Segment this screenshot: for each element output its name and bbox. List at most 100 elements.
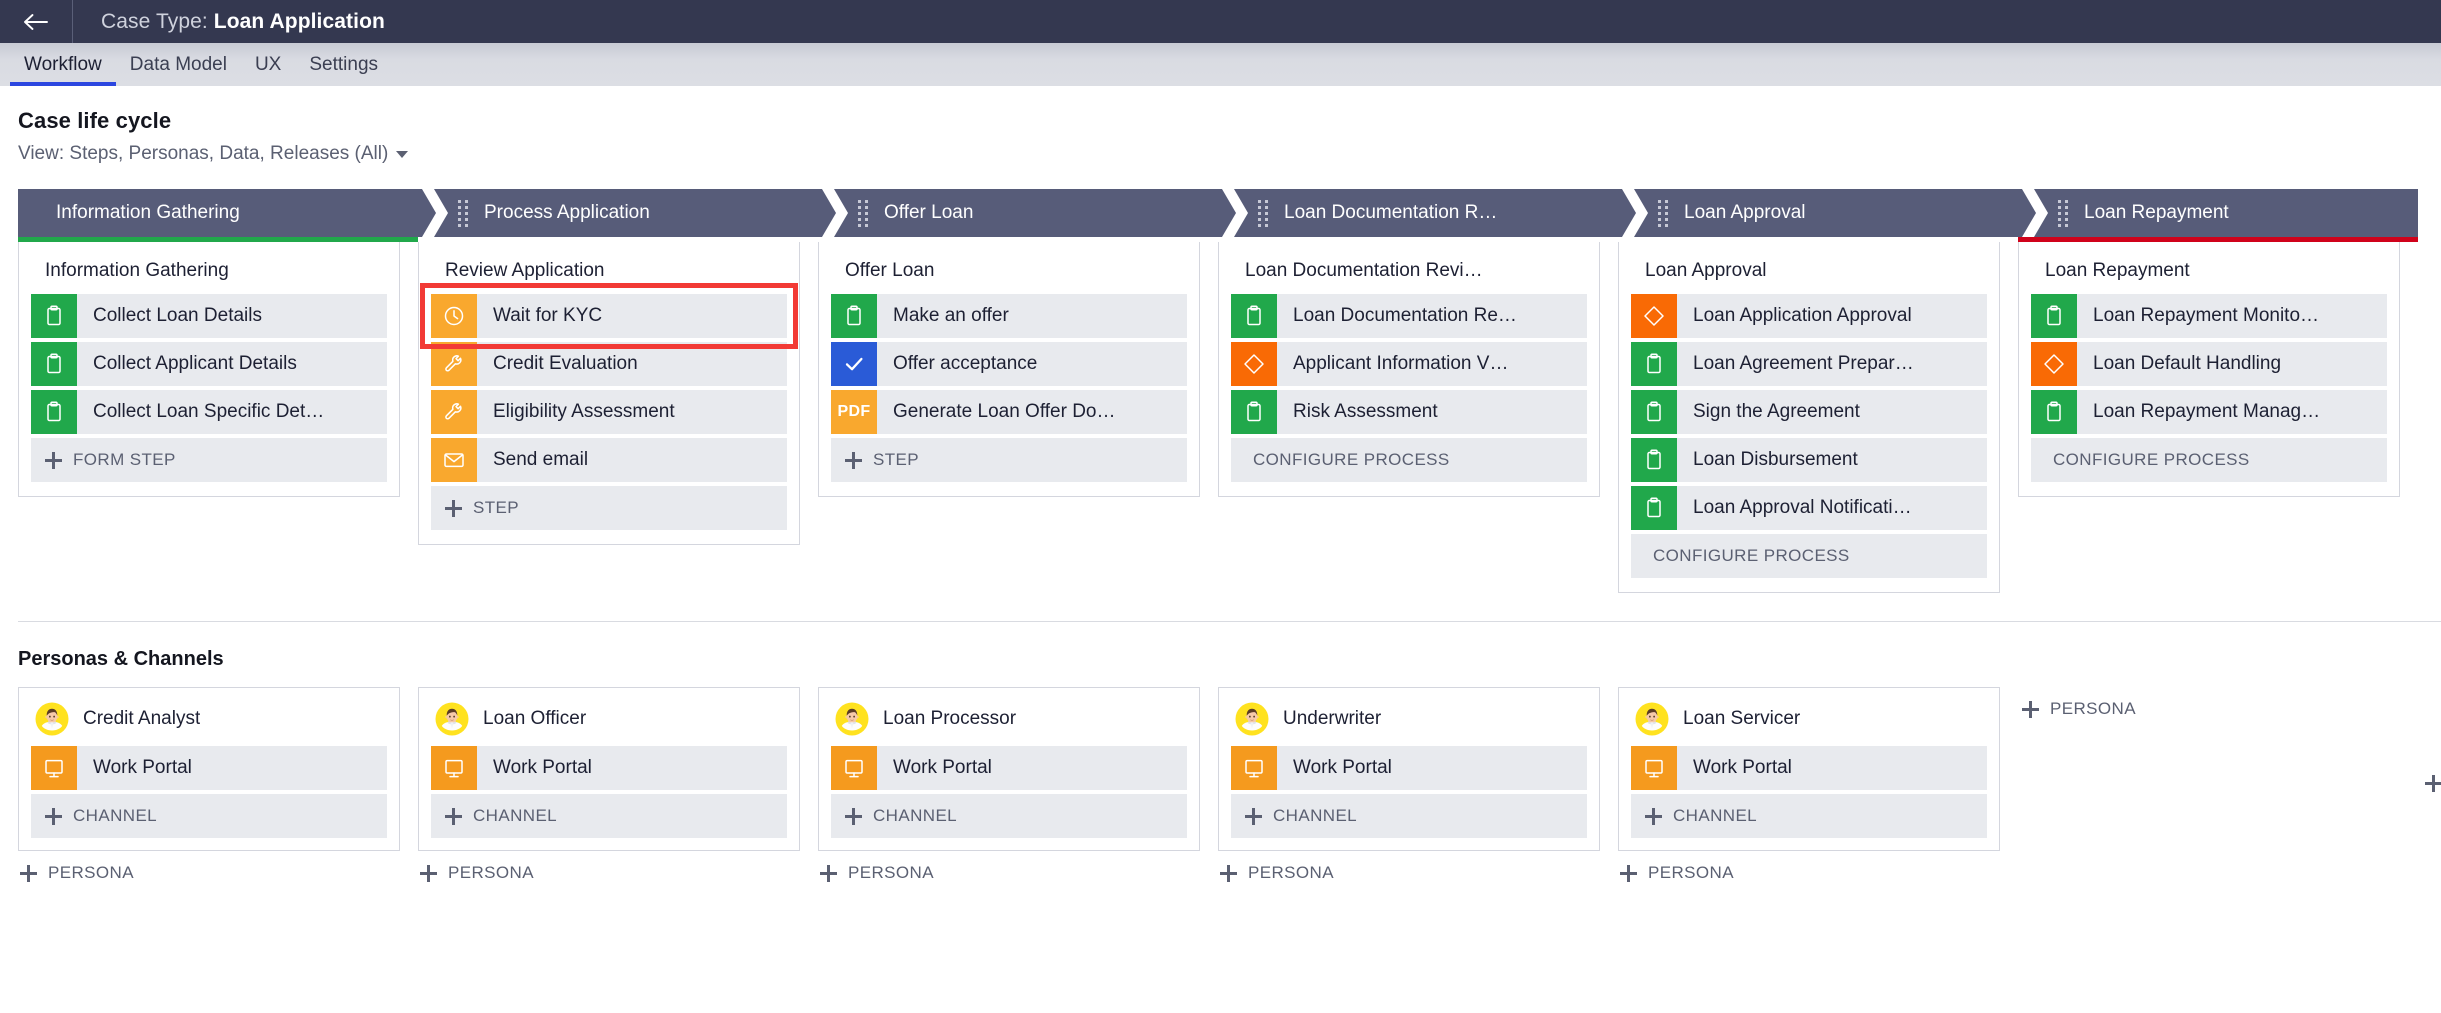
step-label: Collect Applicant Details	[93, 353, 297, 374]
tab-data-model[interactable]: Data Model	[116, 43, 241, 86]
step-item[interactable]: Collect Loan Details	[31, 294, 387, 338]
stage-header[interactable]: Loan Approval	[1618, 189, 2018, 237]
step-item[interactable]: Loan Repayment Monito…	[2031, 294, 2387, 338]
process-card-wrapper: Loan Repayment Loan Repayment Monito… Loan…	[2018, 242, 2418, 497]
step-label: Credit Evaluation	[493, 353, 638, 374]
stage-header[interactable]: Offer Loan	[818, 189, 1218, 237]
view-selector[interactable]: View: Steps, Personas, Data, Releases (A…	[18, 143, 409, 165]
drag-handle-icon[interactable]	[1258, 199, 1270, 227]
drag-handle-icon[interactable]	[1658, 199, 1670, 227]
add-channel-button[interactable]: CHANNEL	[1631, 794, 1987, 838]
step-item[interactable]: Loan Approval Notificati…	[1631, 486, 1987, 530]
stage-header[interactable]: Process Application	[418, 189, 818, 237]
add-channel-button[interactable]: CHANNEL	[431, 794, 787, 838]
back-button[interactable]	[0, 0, 72, 43]
process-title: Loan Approval	[1645, 260, 1767, 281]
add-persona-button[interactable]: PERSONA	[418, 863, 800, 883]
add-persona-label: PERSONA	[448, 863, 534, 882]
chevron-down-icon	[396, 150, 409, 158]
add-step-button[interactable]: STEP	[431, 486, 787, 530]
clipboard-icon	[831, 294, 877, 338]
process-card: Information Gathering Collect Loan Detail…	[18, 242, 400, 497]
persona-header[interactable]: Loan Processor	[831, 698, 1187, 746]
process-title: Loan Repayment	[2045, 260, 2190, 281]
process-title: Loan Documentation Revi…	[1245, 260, 1483, 281]
add-step-button[interactable]: STEP	[831, 438, 1187, 482]
add-row-label: FORM STEP	[73, 450, 176, 469]
stage-name: Loan Repayment	[2084, 202, 2229, 223]
stage-header[interactable]: Information Gathering	[18, 189, 418, 237]
step-item[interactable]: Loan Default Handling	[2031, 342, 2387, 386]
step-item[interactable]: Credit Evaluation	[431, 342, 787, 386]
tab-settings[interactable]: Settings	[295, 43, 392, 86]
drag-handle-icon[interactable]	[458, 199, 470, 227]
add-persona-button[interactable]: PERSONA	[818, 863, 1200, 883]
step-item[interactable]: Loan Repayment Manag…	[2031, 390, 2387, 434]
add-persona-button[interactable]: PERSONA	[1218, 863, 1600, 883]
process-card: Offer Loan Make an offer Offer acceptance P…	[818, 242, 1200, 497]
configure-process-button[interactable]: CONFIGURE PROCESS	[1231, 438, 1587, 482]
diamond-icon	[1631, 294, 1677, 338]
process-title: Information Gathering	[45, 260, 229, 281]
step-item[interactable]: Loan Documentation Re…	[1231, 294, 1587, 338]
step-item[interactable]: Applicant Information V…	[1231, 342, 1587, 386]
drag-handle-icon[interactable]	[2058, 199, 2070, 227]
persona-header[interactable]: Underwriter	[1231, 698, 1587, 746]
add-channel-button[interactable]: CHANNEL	[1231, 794, 1587, 838]
add-channel-button[interactable]: CHANNEL	[831, 794, 1187, 838]
process-card: Loan Repayment Loan Repayment Monito… Loan…	[2018, 242, 2400, 497]
add-step-button[interactable]: FORM STEP	[31, 438, 387, 482]
add-channel-label: CHANNEL	[1673, 806, 1758, 825]
avatar	[35, 702, 69, 736]
clipboard-icon	[31, 390, 77, 434]
add-persona-button[interactable]: PERSONA	[1618, 863, 2000, 883]
clipboard-icon	[1631, 390, 1677, 434]
stage-header[interactable]: Loan Repayment	[2018, 189, 2418, 237]
step-item[interactable]: Offer acceptance	[831, 342, 1187, 386]
step-item[interactable]: Collect Loan Specific Det…	[31, 390, 387, 434]
stage-header[interactable]: Loan Documentation R…	[1218, 189, 1618, 237]
configure-process-button[interactable]: CONFIGURE PROCESS	[1631, 534, 1987, 578]
persona-name: Loan Servicer	[1683, 708, 1801, 729]
tab-ux[interactable]: UX	[241, 43, 295, 86]
process-title: Offer Loan	[845, 260, 935, 281]
add-channel-button[interactable]: CHANNEL	[31, 794, 387, 838]
step-label: Loan Application Approval	[1693, 305, 1912, 326]
channel-label: Work Portal	[493, 757, 592, 778]
step-item[interactable]: Send email	[431, 438, 787, 482]
step-item[interactable]: Eligibility Assessment	[431, 390, 787, 434]
drag-handle-icon[interactable]	[858, 199, 870, 227]
add-persona-button-edge[interactable]	[2425, 775, 2441, 792]
add-persona-button[interactable]: PERSONA	[18, 863, 400, 883]
step-item[interactable]: Loan Application Approval	[1631, 294, 1987, 338]
step-label: Offer acceptance	[893, 353, 1038, 374]
configure-process-button[interactable]: CONFIGURE PROCESS	[2031, 438, 2387, 482]
add-row-label: CONFIGURE PROCESS	[2053, 450, 2250, 469]
step-item[interactable]: Loan Agreement Prepar…	[1631, 342, 1987, 386]
channel-item[interactable]: Work Portal	[31, 746, 387, 790]
plus-icon	[45, 807, 62, 825]
persona-column: Loan Servicer Work Portal CHANNEL PERSONA	[1618, 687, 2018, 883]
channel-label: Work Portal	[1693, 757, 1792, 778]
step-label: Make an offer	[893, 305, 1009, 326]
step-item[interactable]: Collect Applicant Details	[31, 342, 387, 386]
step-item[interactable]: PDF Generate Loan Offer Do…	[831, 390, 1187, 434]
channel-item[interactable]: Work Portal	[1231, 746, 1587, 790]
step-item[interactable]: Loan Disbursement	[1631, 438, 1987, 482]
channel-item[interactable]: Work Portal	[431, 746, 787, 790]
step-item[interactable]: Risk Assessment	[1231, 390, 1587, 434]
persona-header[interactable]: Loan Servicer	[1631, 698, 1987, 746]
add-persona-label: PERSONA	[848, 863, 934, 882]
persona-header[interactable]: Loan Officer	[431, 698, 787, 746]
plus-icon	[1220, 864, 1237, 882]
step-item[interactable]: Wait for KYC	[431, 294, 787, 338]
add-channel-label: CHANNEL	[473, 806, 558, 825]
channel-item[interactable]: Work Portal	[831, 746, 1187, 790]
step-item[interactable]: Make an offer	[831, 294, 1187, 338]
tab-workflow[interactable]: Workflow	[10, 43, 116, 86]
channel-item[interactable]: Work Portal	[1631, 746, 1987, 790]
add-persona-button[interactable]: PERSONA	[2020, 699, 2418, 719]
persona-header[interactable]: Credit Analyst	[31, 698, 387, 746]
chevron-notch-icon	[1218, 189, 1248, 237]
step-item[interactable]: Sign the Agreement	[1631, 390, 1987, 434]
